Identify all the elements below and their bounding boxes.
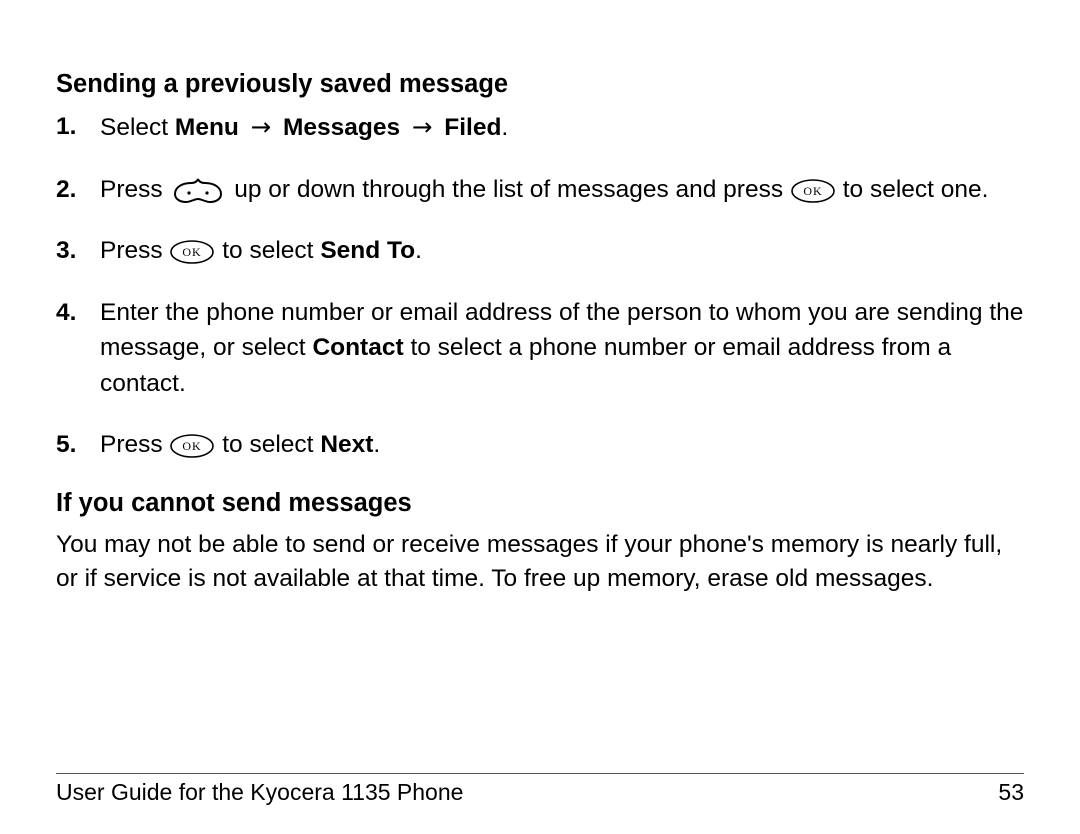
ok-key-icon: OK <box>790 178 836 204</box>
step-1: 1. Select Menu → Messages → Filed. <box>56 109 1024 146</box>
step-text: Press <box>100 237 169 264</box>
step-text: Press <box>100 176 169 203</box>
step-text: to select one. <box>843 176 989 203</box>
step-5: 5. Press OK to select Next. <box>56 427 1024 463</box>
arrow-icon: → <box>400 112 444 141</box>
step-2: 2. Press up or down through the list of … <box>56 172 1024 208</box>
steps-list: 1. Select Menu → Messages → Filed. 2. Pr… <box>56 109 1024 463</box>
step-text: Select <box>100 114 175 141</box>
arrow-icon: → <box>239 112 283 141</box>
section-heading-cannot-send: If you cannot send messages <box>56 489 1024 518</box>
nav-key-icon <box>169 174 227 206</box>
filed-label: Filed <box>444 114 501 141</box>
next-label: Next <box>320 431 373 458</box>
section-heading-send-saved: Sending a previously saved message <box>56 70 1024 99</box>
svg-text:OK: OK <box>803 184 822 198</box>
menu-label: Menu <box>175 114 239 141</box>
footer-divider <box>56 773 1024 774</box>
send-to-label: Send To <box>320 237 415 264</box>
footer-title: User Guide for the Kyocera 1135 Phone <box>56 779 463 806</box>
document-page: Sending a previously saved message 1. Se… <box>0 0 1080 834</box>
messages-label: Messages <box>283 114 400 141</box>
ok-key-icon: OK <box>169 239 215 265</box>
step-punct: . <box>373 431 380 458</box>
svg-text:OK: OK <box>183 439 202 453</box>
step-number: 5. <box>56 427 76 463</box>
step-text: up or down through the list of messages … <box>234 176 790 203</box>
contact-label: Contact <box>312 334 403 361</box>
step-number: 2. <box>56 172 76 208</box>
body-paragraph: You may not be able to send or receive m… <box>56 528 1024 598</box>
step-number: 3. <box>56 233 76 269</box>
step-punct: . <box>415 237 422 264</box>
step-text: Press <box>100 431 169 458</box>
step-number: 4. <box>56 295 76 331</box>
section-cannot-send: If you cannot send messages You may not … <box>56 489 1024 598</box>
step-punct: . <box>501 114 508 141</box>
step-4: 4. Enter the phone number or email addre… <box>56 295 1024 402</box>
page-footer: User Guide for the Kyocera 1135 Phone 53 <box>56 779 1024 806</box>
step-3: 3. Press OK to select Send To. <box>56 233 1024 269</box>
svg-text:OK: OK <box>183 245 202 259</box>
page-number: 53 <box>998 779 1024 806</box>
step-number: 1. <box>56 109 76 145</box>
step-text: to select <box>222 431 320 458</box>
ok-key-icon: OK <box>169 433 215 459</box>
step-text: to select <box>222 237 320 264</box>
